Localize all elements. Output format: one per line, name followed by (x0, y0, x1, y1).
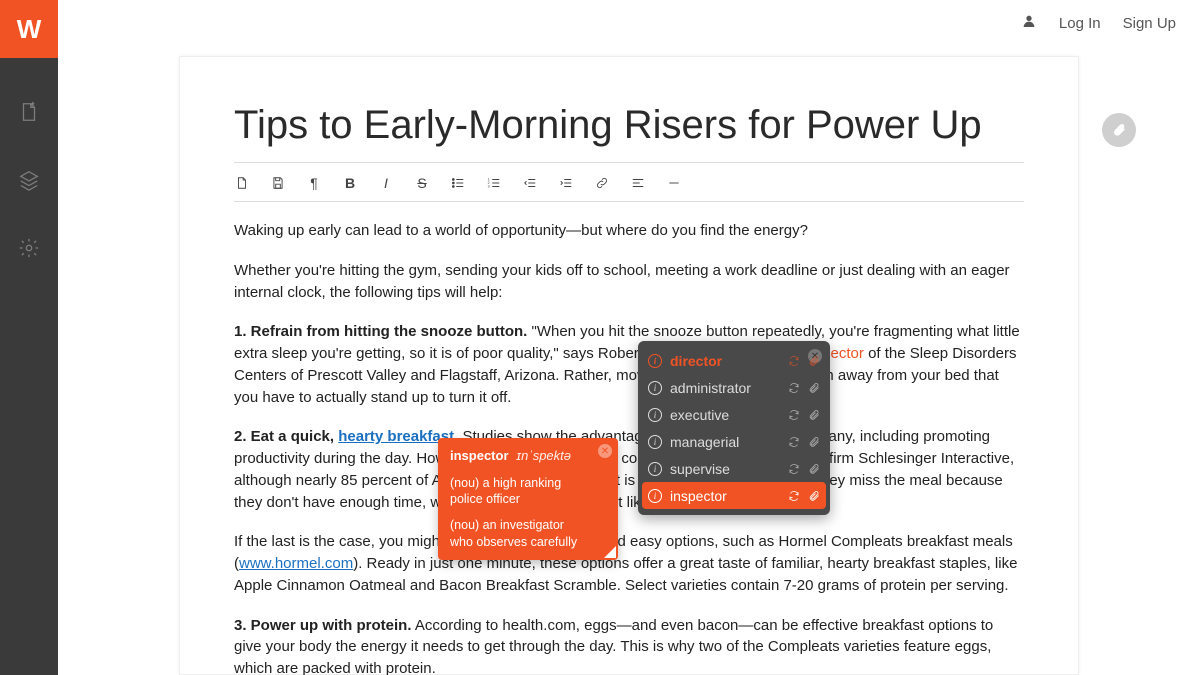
info-icon[interactable]: i (648, 462, 662, 476)
paperclip-icon[interactable] (808, 463, 820, 475)
hormel-link[interactable]: www.hormel.com (239, 555, 353, 572)
tb-strike-icon[interactable]: S (414, 175, 430, 191)
info-icon[interactable]: i (648, 435, 662, 449)
synonym-label: inspector (670, 488, 727, 504)
definition-close-icon[interactable]: ✕ (598, 444, 612, 458)
document-paper: Tips to Early-Morning Risers for Power U… (179, 56, 1079, 675)
synonym-label: supervise (670, 461, 730, 477)
synonym-actions (788, 355, 820, 367)
synonym-row-administrator[interactable]: i administrator (638, 374, 830, 401)
app-logo[interactable]: W (0, 0, 58, 58)
top-bar: Log In Sign Up (58, 0, 1200, 46)
definition-phonetic: ɪnˈspektə (517, 448, 572, 463)
tb-outdent-icon[interactable] (522, 175, 538, 191)
para-hormel[interactable]: If the last is the case, you might want … (234, 531, 1024, 596)
tb-save-icon[interactable] (270, 175, 286, 191)
app-logo-letter: W (17, 14, 42, 45)
hearty-breakfast-link[interactable]: hearty breakfast (338, 428, 454, 445)
synonym-actions (788, 490, 820, 502)
synonym-row-inspector[interactable]: i inspector (642, 482, 826, 509)
definition-popup: ✕ inspector ɪnˈspektə (nou) a high rankin… (438, 438, 618, 560)
tip1-lead: 1. Refrain from hitting the snooze butto… (234, 323, 527, 340)
synonym-actions (788, 382, 820, 394)
refresh-icon[interactable] (788, 355, 800, 367)
document-title[interactable]: Tips to Early-Morning Risers for Power U… (234, 103, 1024, 148)
synonym-row-director[interactable]: i director (638, 347, 830, 374)
synonym-actions (788, 409, 820, 421)
main-area: Log In Sign Up Tips to Early-Morning Ris… (58, 0, 1200, 675)
definition-resize-handle[interactable] (604, 546, 616, 558)
info-icon[interactable]: i (648, 489, 662, 503)
user-icon[interactable] (1021, 13, 1037, 33)
editor-toolbar: ¶ B I S 123 (234, 169, 1024, 197)
tb-bold-icon[interactable]: B (342, 175, 358, 191)
refresh-icon[interactable] (788, 463, 800, 475)
tb-pilcrow-icon[interactable]: ¶ (306, 175, 322, 191)
tb-indent-icon[interactable] (558, 175, 574, 191)
definition-1: (nou) a high ranking police officer (450, 475, 590, 508)
signup-link[interactable]: Sign Up (1123, 15, 1176, 32)
refresh-icon[interactable] (788, 382, 800, 394)
synonym-label: executive (670, 407, 729, 423)
synonym-actions (788, 463, 820, 475)
definition-word: inspector (450, 448, 509, 463)
tip2-lead: 2. Eat a quick, (234, 428, 338, 445)
tb-hr-icon[interactable] (666, 175, 682, 191)
para-tip-1[interactable]: 1. Refrain from hitting the snooze butto… (234, 321, 1024, 408)
login-link[interactable]: Log In (1059, 15, 1101, 32)
para-intro-2[interactable]: Whether you're hitting the gym, sending … (234, 260, 1024, 304)
paperclip-icon[interactable] (808, 436, 820, 448)
synonym-actions (788, 436, 820, 448)
tb-link-icon[interactable] (594, 175, 610, 191)
info-icon[interactable]: i (648, 354, 662, 368)
info-icon[interactable]: i (648, 381, 662, 395)
para-tip-2[interactable]: 2. Eat a quick, hearty breakfast. Studie… (234, 426, 1024, 513)
synonym-label: administrator (670, 380, 751, 396)
paperclip-icon[interactable] (808, 355, 820, 367)
left-sidebar: W (0, 0, 58, 675)
tb-ul-icon[interactable] (450, 175, 466, 191)
paperclip-icon[interactable] (808, 382, 820, 394)
paperclip-icon[interactable] (808, 490, 820, 502)
document-body[interactable]: Waking up early can lead to a world of o… (234, 220, 1024, 675)
info-icon[interactable]: i (648, 408, 662, 422)
tb-italic-icon[interactable]: I (378, 175, 394, 191)
refresh-icon[interactable] (788, 436, 800, 448)
new-document-icon[interactable] (15, 98, 43, 126)
synonym-row-supervise[interactable]: i supervise (638, 455, 830, 482)
synonym-label: managerial (670, 434, 739, 450)
layers-icon[interactable] (15, 166, 43, 194)
definition-2: (nou) an investigator who observes caref… (450, 517, 590, 550)
synonym-label: director (670, 353, 722, 369)
svg-text:3: 3 (488, 185, 490, 189)
para-intro-1[interactable]: Waking up early can lead to a world of o… (234, 220, 1024, 242)
synonym-row-executive[interactable]: i executive (638, 401, 830, 428)
synonym-popup: ✕ idirectoriadministratoriexecutiveimana… (638, 341, 830, 515)
refresh-icon[interactable] (788, 409, 800, 421)
synonym-row-managerial[interactable]: i managerial (638, 428, 830, 455)
settings-gear-icon[interactable] (15, 234, 43, 262)
tb-ol-icon[interactable]: 123 (486, 175, 502, 191)
refresh-icon[interactable] (788, 490, 800, 502)
paperclip-icon[interactable] (808, 409, 820, 421)
para-tip-3[interactable]: 3. Power up with protein. According to h… (234, 615, 1024, 675)
tb-align-icon[interactable] (630, 175, 646, 191)
tip3-lead: 3. Power up with protein. (234, 617, 412, 634)
attachment-button[interactable] (1102, 113, 1136, 147)
tb-page-icon[interactable] (234, 175, 250, 191)
